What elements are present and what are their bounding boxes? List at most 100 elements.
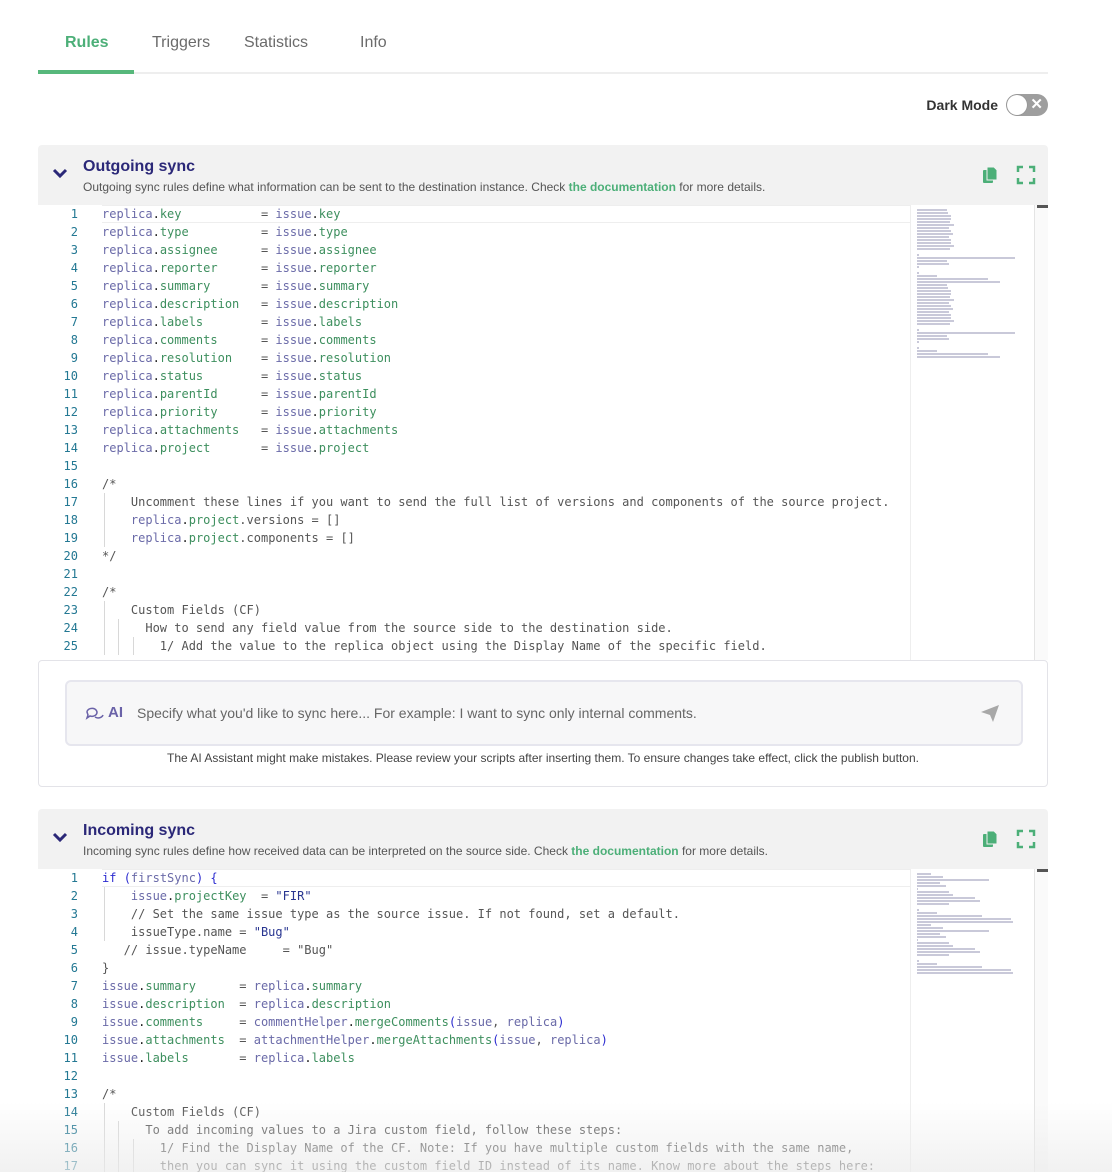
code-line[interactable]: Custom Fields (CF): [102, 1103, 911, 1121]
code-line[interactable]: issue.labels = replica.labels: [102, 1049, 911, 1067]
code-line[interactable]: [102, 565, 911, 583]
line-number: 14: [63, 1105, 78, 1119]
line-numbers: 1 2 3 4 5 6 7 8 9 10 11 12 13 14 15 16 17: [38, 869, 90, 1172]
code-line[interactable]: issue.projectKey = "FIR": [102, 887, 911, 905]
code-line[interactable]: issue.summary = replica.summary: [102, 977, 911, 995]
code-line[interactable]: [102, 457, 911, 475]
editor-scrollbar[interactable]: [1034, 205, 1048, 660]
minimap-line: [917, 912, 937, 914]
code-line[interactable]: replica.reporter = issue.reporter: [102, 259, 911, 277]
copy-icon[interactable]: [980, 165, 1000, 185]
minimap-line: [917, 278, 989, 280]
code-line[interactable]: [102, 1067, 911, 1085]
tab-rules[interactable]: Rules: [65, 34, 109, 52]
code-line[interactable]: if (firstSync) {: [102, 869, 911, 887]
editor-scrollbar[interactable]: [1034, 869, 1048, 1172]
documentation-link[interactable]: the documentation: [569, 180, 676, 194]
send-icon[interactable]: [979, 702, 1001, 724]
line-number: 22: [63, 585, 78, 599]
minimap-line: [917, 933, 941, 935]
code-line[interactable]: replica.attachments = issue.attachments: [102, 421, 911, 439]
scroll-thumb[interactable]: [1037, 869, 1048, 872]
line-number: 13: [63, 423, 78, 437]
code-line[interactable]: replica.priority = issue.priority: [102, 403, 911, 421]
code-line[interactable]: replica.summary = issue.summary: [102, 277, 911, 295]
chevron-down-icon[interactable]: [52, 167, 68, 179]
minimap-line: [917, 218, 952, 220]
ai-prompt-input[interactable]: AI Specify what you'd like to sync here.…: [65, 680, 1023, 746]
code-line[interactable]: /*: [102, 1085, 911, 1103]
code-line[interactable]: }: [102, 959, 911, 977]
incoming-sync-header: Incoming sync Incoming sync rules define…: [38, 809, 1048, 869]
code-line[interactable]: replica.type = issue.type: [102, 223, 911, 241]
code-line[interactable]: issue.comments = commentHelper.mergeComm…: [102, 1013, 911, 1031]
dark-mode-toggle[interactable]: ✕: [1006, 94, 1048, 116]
code-line[interactable]: replica.comments = issue.comments: [102, 331, 911, 349]
code-line[interactable]: To add incoming values to a Jira custom …: [102, 1121, 911, 1139]
code-line[interactable]: replica.project.versions = []: [102, 511, 911, 529]
code-line[interactable]: replica.project.components = []: [102, 529, 911, 547]
ai-placeholder: Specify what you'd like to sync here... …: [137, 705, 697, 721]
ai-disclaimer: The AI Assistant might make mistakes. Pl…: [167, 751, 919, 765]
copy-icon[interactable]: [980, 829, 1000, 849]
tab-info[interactable]: Info: [360, 34, 387, 52]
code-line[interactable]: /*: [102, 583, 911, 601]
outgoing-sync-description: Outgoing sync rules define what informat…: [83, 180, 765, 194]
line-number: 18: [63, 513, 78, 527]
code-line[interactable]: // issue.typeName = "Bug": [102, 941, 911, 959]
minimap-line: [917, 927, 944, 929]
description-text: Incoming sync rules define how received …: [83, 844, 572, 858]
code-line[interactable]: replica.description = issue.description: [102, 295, 911, 313]
minimap-line: [917, 272, 919, 274]
line-number: 6: [70, 297, 78, 311]
code-line[interactable]: replica.labels = issue.labels: [102, 313, 911, 331]
documentation-link[interactable]: the documentation: [571, 844, 678, 858]
line-number: 8: [70, 333, 78, 347]
fullscreen-icon[interactable]: [1016, 829, 1036, 849]
minimap-line: [917, 903, 949, 905]
code-line[interactable]: replica.assignee = issue.assignee: [102, 241, 911, 259]
code-lines[interactable]: replica.key = issue.key replica.type = is…: [102, 205, 911, 655]
minimap-line: [917, 293, 952, 295]
code-line[interactable]: // Set the same issue type as the source…: [102, 905, 911, 923]
code-line[interactable]: replica.status = issue.status: [102, 367, 911, 385]
scroll-thumb[interactable]: [1037, 205, 1048, 208]
code-line[interactable]: 1/ Add the value to the replica object u…: [102, 637, 911, 655]
code-lines[interactable]: if (firstSync) { issue.projectKey = "FIR…: [102, 869, 911, 1172]
outgoing-sync-title: Outgoing sync: [83, 158, 195, 175]
code-line[interactable]: Custom Fields (CF): [102, 601, 911, 619]
incoming-code-editor[interactable]: 1 2 3 4 5 6 7 8 9 10 11 12 13 14 15 16 17 if (firstSync)…: [38, 869, 1048, 1172]
code-line[interactable]: */: [102, 547, 911, 565]
tab-triggers[interactable]: Triggers: [152, 34, 210, 52]
line-number: 10: [63, 369, 78, 383]
close-icon: ✕: [1030, 96, 1043, 113]
line-number: 11: [63, 1051, 78, 1065]
code-line[interactable]: /*: [102, 475, 911, 493]
code-line[interactable]: issue.attachments = attachmentHelper.mer…: [102, 1031, 911, 1049]
code-line[interactable]: How to send any field value from the sou…: [102, 619, 911, 637]
outgoing-code-editor[interactable]: 1 2 3 4 5 6 7 8 9 10 11 12 13 14 15 16 17 18 19 20 21 22 23 24 2…: [38, 205, 1048, 660]
minimap-line: [917, 266, 919, 268]
line-numbers: 1 2 3 4 5 6 7 8 9 10 11 12 13 14 15 16 17 18 19 20 21 22 23 24 2…: [38, 205, 90, 655]
code-line[interactable]: replica.project = issue.project: [102, 439, 911, 457]
code-line[interactable]: Uncomment these lines if you want to sen…: [102, 493, 911, 511]
chevron-down-icon[interactable]: [52, 831, 68, 843]
minimap-line: [917, 873, 932, 875]
code-line[interactable]: replica.key = issue.key: [102, 205, 911, 223]
code-line[interactable]: replica.parentId = issue.parentId: [102, 385, 911, 403]
code-line[interactable]: then you can sync it using the custom fi…: [102, 1157, 911, 1172]
minimap-line: [917, 341, 919, 343]
code-line[interactable]: replica.resolution = issue.resolution: [102, 349, 911, 367]
minimap-line: [917, 227, 950, 229]
fullscreen-icon[interactable]: [1016, 165, 1036, 185]
tab-statistics[interactable]: Statistics: [244, 34, 308, 52]
minimap-line: [917, 942, 950, 944]
minimap-line: [917, 308, 953, 310]
line-number: 21: [63, 567, 78, 581]
code-line[interactable]: issueType.name = "Bug": [102, 923, 911, 941]
minimap[interactable]: [910, 869, 1030, 1172]
minimap[interactable]: [910, 205, 1030, 660]
code-line[interactable]: 1/ Find the Display Name of the CF. Note…: [102, 1139, 911, 1157]
description-text: Outgoing sync rules define what informat…: [83, 180, 569, 194]
code-line[interactable]: issue.description = replica.description: [102, 995, 911, 1013]
